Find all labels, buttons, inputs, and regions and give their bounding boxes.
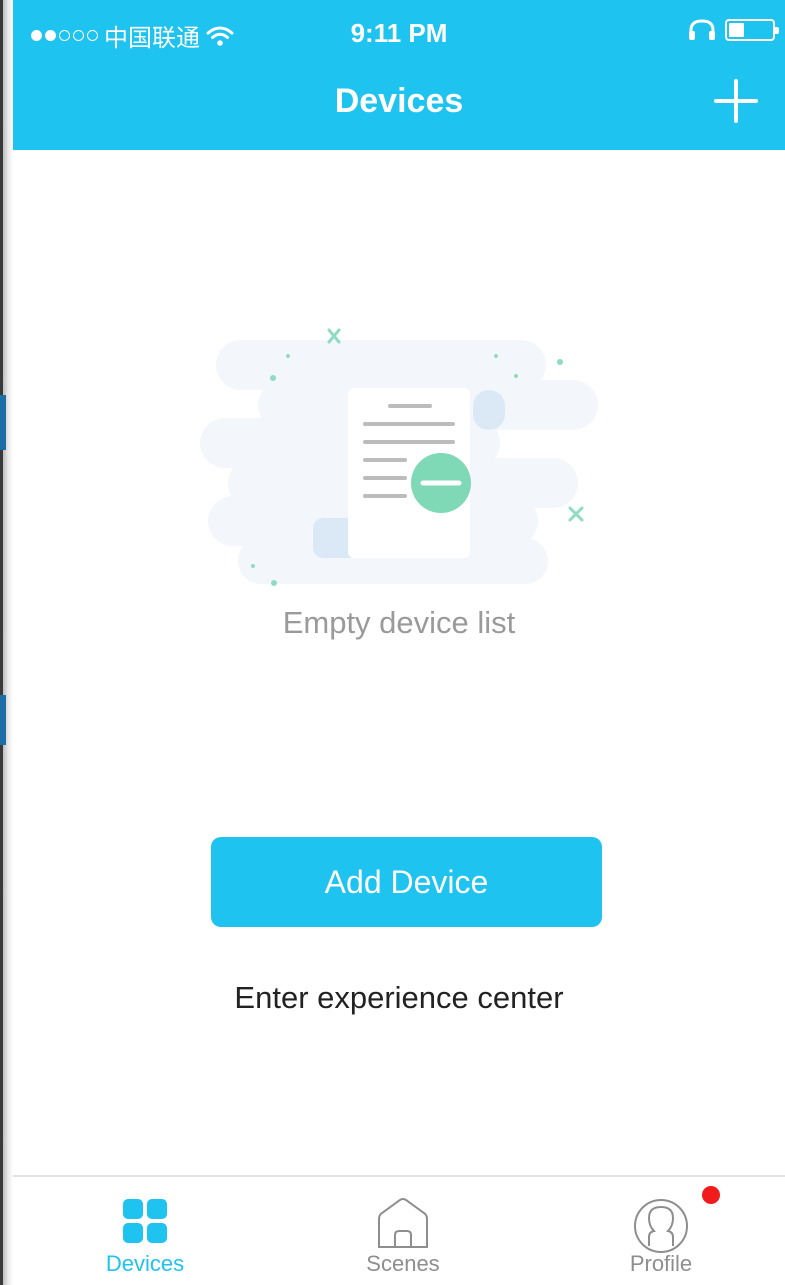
- devices-grid-icon: [123, 1199, 167, 1243]
- battery-icon: [725, 19, 779, 41]
- tab-bar: Devices Scenes Profile: [13, 1175, 785, 1285]
- notification-badge: [702, 1186, 720, 1204]
- empty-document-icon: [200, 328, 598, 586]
- tab-label: Scenes: [366, 1251, 440, 1276]
- status-bar: 中国联通 9:11 PM: [13, 0, 785, 64]
- window-left-edge: [0, 0, 13, 1285]
- app-header: 中国联通 9:11 PM Devices: [13, 0, 785, 150]
- tab-label: Profile: [629, 1251, 693, 1276]
- empty-state-message: Empty device list: [282, 605, 516, 640]
- tab-label: Devices: [105, 1251, 185, 1276]
- profile-icon: [634, 1199, 688, 1253]
- tab-devices[interactable]: Devices: [55, 1177, 235, 1285]
- status-right: [687, 18, 779, 42]
- tab-profile[interactable]: Profile: [571, 1177, 751, 1285]
- experience-center-link[interactable]: Enter experience center: [13, 980, 785, 1016]
- add-device-button[interactable]: Add Device: [211, 837, 602, 927]
- headphones-icon: [689, 19, 715, 40]
- page-title: Devices: [334, 82, 464, 120]
- status-time: 9:11 PM: [350, 18, 448, 48]
- edge-mark: [0, 695, 6, 745]
- tab-scenes[interactable]: Scenes: [313, 1177, 493, 1285]
- edge-mark: [0, 395, 6, 450]
- home-icon: [378, 1198, 428, 1248]
- plus-icon[interactable]: [713, 78, 759, 124]
